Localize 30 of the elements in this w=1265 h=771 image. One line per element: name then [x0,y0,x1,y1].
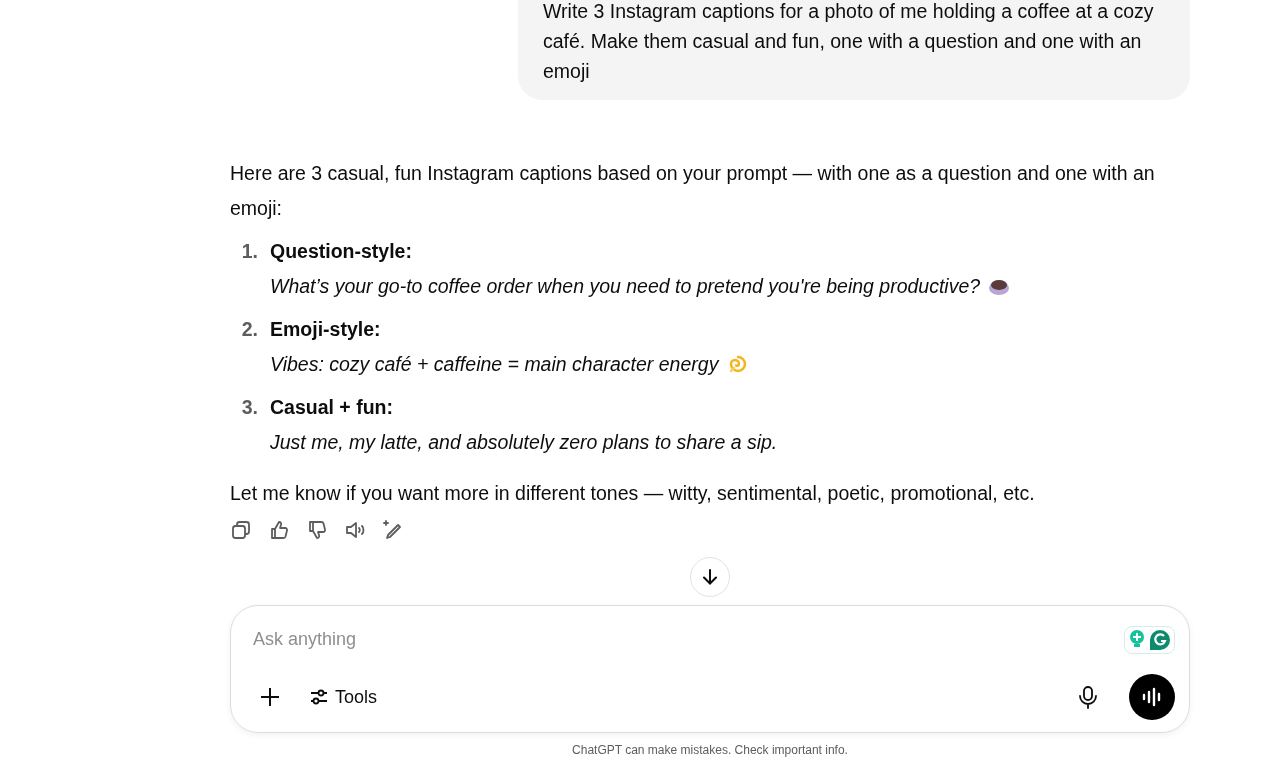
sound-wave-icon [1141,687,1163,707]
thumbs-up-icon[interactable] [268,519,290,541]
disclaimer-text: ChatGPT can make mistakes. Check important info. [571,743,849,757]
swirl-icon [728,354,749,374]
pencil-icon[interactable] [382,519,404,541]
caption-text: Just me, my latte, and absolutely zero plans to share a sip. [270,431,778,453]
caption-text: What’s your go-to coffee order when you need to pretend you're being productive? [270,275,981,297]
thumbs-down-icon[interactable] [306,519,328,541]
list-number: 2. [240,317,259,342]
item-title: Question-style: [270,239,413,264]
copy-icon[interactable] [230,519,252,541]
sliders-icon [309,687,329,707]
message-paragraph: Let me know if you want more in different tones — witty, sentimental, poetic, promotional, etc. [230,481,1036,506]
scroll-down-button[interactable] [690,557,730,597]
tools-button[interactable]: Tools [303,679,384,715]
voice-mode-button[interactable] [1129,674,1175,720]
composer-box[interactable]: Ask anything Tools [230,605,1190,733]
message-input[interactable]: Ask anything [253,620,1053,659]
grammar-extension-badge[interactable] [1124,625,1175,654]
item-title: Emoji-style: [270,317,382,342]
message-paragraph: Here are 3 casual, fun Instagram captions based on your prompt — with one as a question and one with an emoji: [230,161,1156,221]
user-message-bubble: Write 3 Instagram captions for a photo of me holding a coffee at a cozy café. Make them casual and fun, one with a question and one with an emoji [518,0,1190,100]
list-number: 1. [240,239,259,264]
item-title: Casual + fun: [270,395,394,420]
microphone-icon [1077,685,1099,709]
caption-text: Vibes: cozy café + caffeine = main character energy [270,353,719,375]
speaker-icon[interactable] [344,519,366,541]
arrow-down-icon [701,568,719,586]
plus-icon [259,686,281,708]
list-number: 3. [240,395,259,420]
